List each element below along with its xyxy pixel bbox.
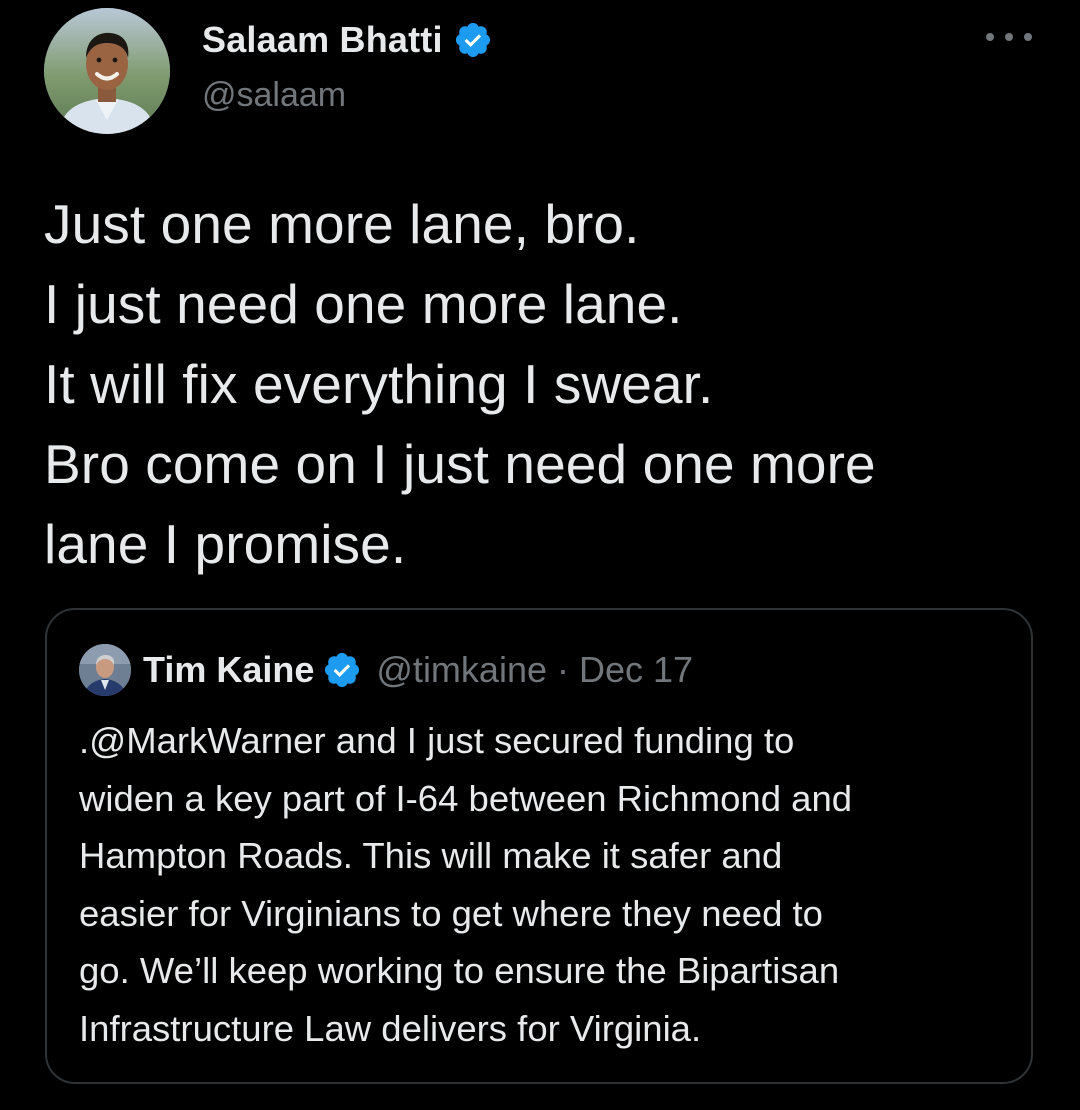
author-display-name[interactable]: Salaam Bhatti (202, 19, 443, 61)
avatar-photo-icon (79, 644, 131, 696)
quoted-tweet-card[interactable]: Tim Kaine @timkaine · Dec 17 .@MarkWarne… (45, 608, 1033, 1084)
quoted-text-line: Hampton Roads. This will make it safer a… (79, 835, 783, 877)
more-dot (1005, 33, 1013, 41)
more-dot (986, 33, 994, 41)
quoted-text-line: easier for Virginians to get where they … (79, 892, 823, 934)
quoted-tweet-text: .@MarkWarner and I just secured funding … (79, 712, 1009, 1058)
author-name-row: Salaam Bhatti (202, 18, 493, 62)
quoted-tweet-header: Tim Kaine @timkaine · Dec 17 (79, 644, 693, 696)
verified-icon (325, 652, 360, 688)
quoted-text-line: widen a key part of I-64 between Richmon… (79, 777, 853, 819)
quoted-tweet-date[interactable]: Dec 17 (579, 649, 693, 691)
quoted-text-line: go. We’ll keep working to ensure the Bip… (79, 950, 840, 992)
tweet-text-line: Bro come on I just need one more (44, 433, 876, 495)
quoted-author-avatar[interactable] (79, 644, 131, 696)
quoted-text-line: .@MarkWarner and I just secured funding … (79, 720, 795, 761)
tweet: Salaam Bhatti @salaam Just one more lane… (0, 0, 1080, 1110)
author-avatar[interactable] (44, 8, 170, 134)
more-dot (1024, 33, 1032, 41)
quoted-text-line: Infrastructure Law delivers for Virginia… (79, 1007, 702, 1049)
avatar-photo-icon (44, 8, 170, 134)
more-options-icon[interactable] (986, 22, 1032, 52)
quoted-author-name[interactable]: Tim Kaine (143, 649, 314, 691)
tweet-text-line: It will fix everything I swear. (44, 353, 714, 415)
verified-icon (455, 22, 490, 58)
tweet-text-line: Just one more lane, bro. (44, 193, 640, 255)
tweet-text-line: I just need one more lane. (44, 273, 683, 335)
separator-dot: · (557, 649, 569, 690)
tweet-text-line: lane I promise. (44, 513, 407, 575)
author-handle[interactable]: @salaam (202, 76, 346, 115)
tweet-text: Just one more lane, bro. I just need one… (44, 184, 1054, 584)
quoted-author-handle[interactable]: @timkaine (376, 649, 547, 691)
